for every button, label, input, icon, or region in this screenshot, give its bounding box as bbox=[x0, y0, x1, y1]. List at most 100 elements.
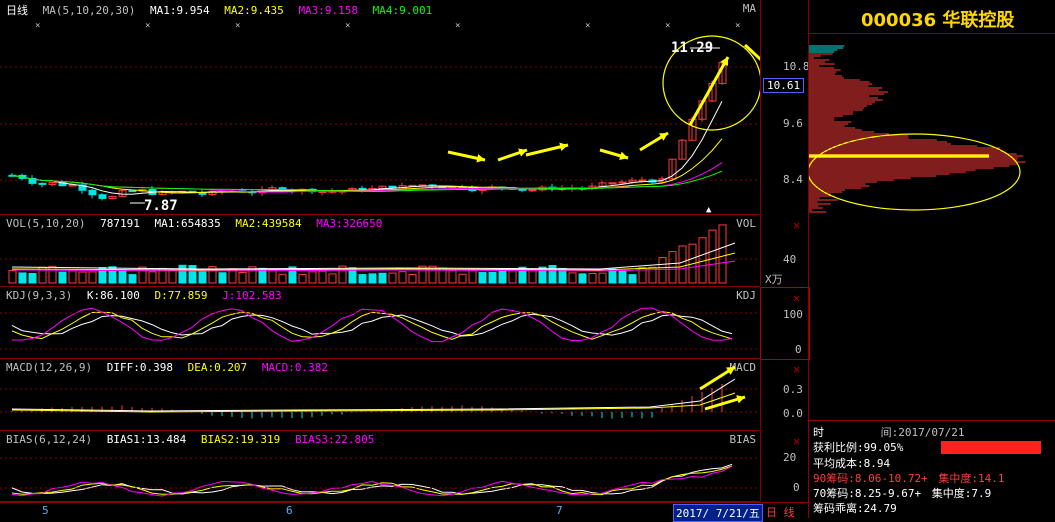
stock-title: 000036 华联控股 bbox=[861, 10, 1015, 31]
kdj-axis: ✕ 100 0 bbox=[760, 287, 810, 360]
macd-axis: ✕ 0.3 0.0 bbox=[760, 359, 809, 430]
volume-bar bbox=[188, 265, 197, 284]
chip90-range: 90筹码:8.06-10.72+ bbox=[813, 472, 928, 485]
x-axis: 5 6 7 2017/ 7/21/五 日 线 bbox=[0, 502, 808, 522]
candle-body bbox=[98, 194, 107, 199]
volume-bar bbox=[468, 269, 477, 284]
volume-bar bbox=[78, 271, 87, 284]
price-chart[interactable]: × × × × × × × × ▲ bbox=[0, 0, 760, 214]
vol-unit: X万 bbox=[765, 273, 783, 286]
candle-body bbox=[528, 189, 537, 192]
chip70-row: 70筹码:8.25-9.67+ 集中度:7.9 bbox=[813, 485, 991, 501]
close-icon[interactable]: ✕ bbox=[793, 435, 803, 447]
volume-bar bbox=[508, 268, 517, 284]
vol-chart[interactable] bbox=[0, 215, 760, 286]
volume-bar bbox=[658, 257, 667, 284]
price-tick: 8.4 bbox=[783, 173, 803, 186]
volume-bar bbox=[628, 274, 637, 284]
volume-bar bbox=[28, 272, 37, 284]
volume-bar bbox=[488, 271, 497, 284]
candle-body bbox=[38, 182, 47, 185]
bias-chart[interactable] bbox=[0, 431, 760, 501]
volume-bar bbox=[88, 271, 97, 284]
marker-x: × bbox=[145, 21, 150, 31]
macd-chart[interactable] bbox=[0, 359, 760, 430]
kdj-panel[interactable]: KDJ(9,3,3) K:86.100 D:77.859 J:102.583 K… bbox=[0, 287, 760, 359]
volume-bar bbox=[318, 270, 327, 284]
chip-distribution-sidebar: 000036 华联控股 时 间:2017/07/21 获利比例:99.05% 平… bbox=[808, 0, 1055, 518]
info-divider bbox=[809, 420, 1055, 421]
bias-tick: 0 bbox=[793, 481, 800, 494]
vol-ma-line bbox=[11, 242, 736, 270]
time-value: 间:2017/07/21 bbox=[880, 426, 965, 439]
candle-body bbox=[618, 181, 627, 184]
volume-bar bbox=[238, 271, 247, 284]
time-row: 时 间:2017/07/21 bbox=[813, 424, 964, 440]
chip70-concentration: 集中度:7.9 bbox=[931, 487, 992, 500]
price-tick: 9.6 bbox=[783, 117, 803, 130]
bias-tick: 20 bbox=[783, 451, 797, 464]
volume-bar bbox=[178, 264, 187, 284]
volume-bar bbox=[358, 274, 367, 284]
price-tick: 10.8 bbox=[783, 60, 810, 73]
candle-body bbox=[518, 188, 527, 191]
candle-body bbox=[358, 187, 367, 191]
high-price-label: 11.29 bbox=[671, 40, 714, 56]
volume-bar bbox=[8, 270, 17, 284]
profit-ratio: 获利比例:99.05% bbox=[813, 441, 904, 454]
vol-tick: 40 bbox=[783, 253, 797, 266]
volume-bar bbox=[218, 272, 227, 284]
close-icon[interactable]: ✕ bbox=[793, 363, 803, 375]
marker-x: × bbox=[455, 21, 460, 31]
avg-cost-row: 平均成本:8.94 bbox=[813, 457, 891, 470]
volume-bar bbox=[58, 271, 67, 284]
price-panel[interactable]: 日线 MA(5,10,20,30) MA1:9.954 MA2:9.435 MA… bbox=[0, 0, 760, 215]
close-icon[interactable]: ✕ bbox=[793, 219, 803, 231]
divergence-row: 筹码乖离:24.79 bbox=[813, 502, 897, 515]
volume-bar bbox=[278, 273, 287, 284]
volume-bar bbox=[368, 273, 377, 284]
profit-row: 获利比例:99.05% bbox=[813, 439, 903, 455]
marker-x: × bbox=[345, 21, 350, 31]
candle-body bbox=[68, 184, 77, 187]
vol-axis: ✕ 40 X万 bbox=[760, 215, 809, 286]
candle-body bbox=[638, 179, 647, 182]
macd-tick: 0.0 bbox=[783, 407, 803, 420]
volume-bar bbox=[478, 272, 487, 284]
low-price-label: 7.87 bbox=[144, 198, 178, 214]
candle-body bbox=[88, 189, 97, 196]
chip-histogram bbox=[809, 45, 1026, 213]
month-label: 7 bbox=[556, 504, 563, 517]
kdj-tick: 100 bbox=[783, 308, 803, 321]
volume-bar bbox=[398, 271, 407, 284]
volume-bar bbox=[458, 273, 467, 284]
date-box: 2017/ 7/21/五 bbox=[673, 504, 763, 522]
candle-body bbox=[128, 190, 137, 193]
time-label: 时 bbox=[813, 426, 824, 439]
volume-bar bbox=[588, 273, 597, 284]
profit-bar bbox=[941, 441, 1041, 454]
close-icon[interactable]: ✕ bbox=[793, 292, 803, 304]
volume-bar bbox=[388, 272, 397, 284]
signal-marker: ▲ bbox=[706, 205, 712, 214]
volume-bar bbox=[18, 272, 27, 284]
chip90-row: 90筹码:8.06-10.72+ 集中度:14.1 bbox=[813, 470, 1004, 486]
marker-x: × bbox=[235, 21, 240, 31]
volume-bar bbox=[148, 271, 157, 284]
volume-bar bbox=[68, 270, 77, 284]
volume-bar bbox=[378, 272, 387, 284]
volume-bar bbox=[578, 273, 587, 284]
volume-bar bbox=[548, 264, 557, 284]
volume-bar bbox=[618, 270, 627, 284]
volume-bar bbox=[268, 269, 277, 284]
kdj-chart[interactable] bbox=[0, 287, 760, 358]
macd-panel[interactable]: MACD(12,26,9) DIFF:0.398 DEA:0.207 MACD:… bbox=[0, 359, 760, 431]
vol-panel[interactable]: VOL(5,10,20) 787191 MA1:654835 MA2:43958… bbox=[0, 215, 760, 287]
volume-bar bbox=[198, 270, 207, 284]
macd-tick: 0.3 bbox=[783, 383, 803, 396]
volume-bar bbox=[168, 269, 177, 284]
bias-panel[interactable]: BIAS(6,12,24) BIAS1:13.484 BIAS2:19.319 … bbox=[0, 431, 760, 502]
volume-bar bbox=[448, 269, 457, 284]
marker-x: × bbox=[665, 21, 670, 31]
bias-axis: ✕ 20 0 bbox=[760, 431, 809, 501]
